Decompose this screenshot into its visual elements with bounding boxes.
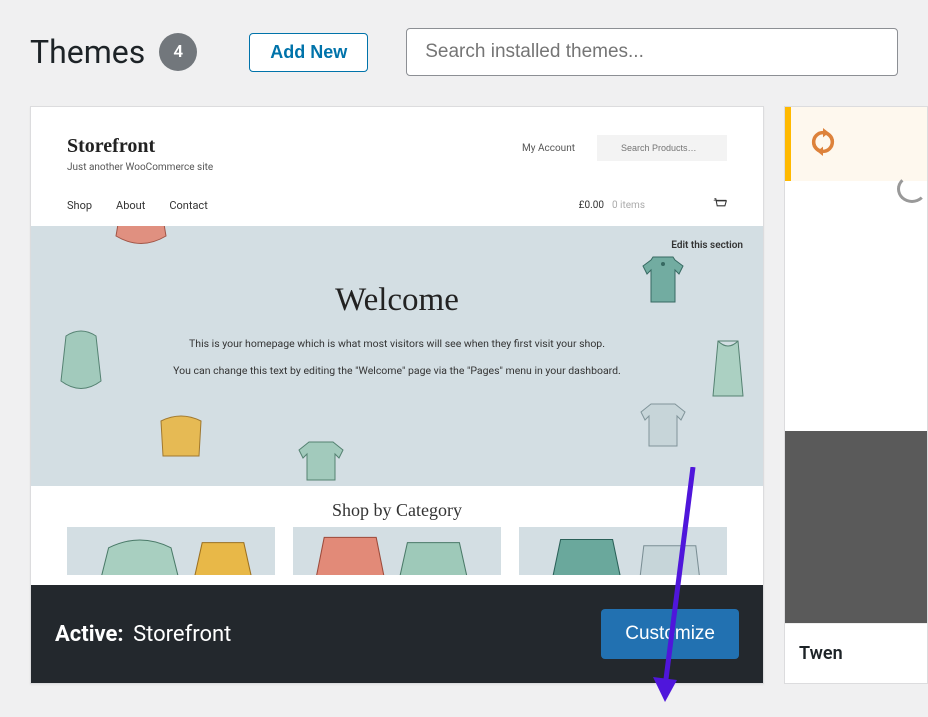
preview-nav-about: About	[116, 199, 145, 212]
preview-nav: Shop About Contact £0.00 0 items	[31, 181, 763, 226]
theme-preview: Storefront Just another WooCommerce site…	[31, 107, 763, 587]
clothing-illustration	[101, 226, 181, 256]
preview-edit-section: Edit this section	[671, 240, 743, 251]
clothing-illustration	[291, 436, 351, 486]
preview-nav-shop: Shop	[67, 199, 92, 212]
active-theme-label: Active: Storefront	[55, 622, 231, 647]
clothing-illustration	[703, 336, 753, 406]
theme-card-storefront[interactable]: Storefront Just another WooCommerce site…	[30, 106, 764, 684]
themes-header: Themes 4 Add New	[0, 0, 928, 94]
clothing-illustration	[633, 252, 693, 312]
preview-category-tile	[293, 527, 501, 575]
themes-grid: Storefront Just another WooCommerce site…	[0, 94, 928, 684]
active-theme-name: Storefront	[133, 622, 231, 647]
theme-card-footer: Active: Storefront Customize	[31, 585, 763, 683]
other-theme-name: Twen	[785, 623, 927, 683]
search-themes-input[interactable]	[406, 28, 898, 76]
preview-header: Storefront Just another WooCommerce site…	[31, 107, 763, 181]
decorative-shape	[897, 175, 927, 203]
theme-update-banner	[785, 107, 927, 181]
clothing-illustration	[151, 406, 211, 466]
preview-hero: Edit this section Welcome This is your h…	[31, 226, 763, 486]
customize-button[interactable]: Customize	[601, 609, 739, 659]
preview-nav-contact: Contact	[169, 199, 207, 212]
preview-site-title: Storefront	[67, 135, 213, 158]
page-title-wrap: Themes 4	[30, 33, 197, 71]
preview-cart-items: 0 items	[612, 200, 645, 211]
preview-cart: £0.00 0 items	[579, 197, 727, 213]
theme-preview-dark	[785, 431, 927, 649]
refresh-icon	[809, 128, 837, 160]
page-title: Themes	[30, 33, 145, 71]
preview-cart-total: £0.00	[579, 200, 604, 211]
preview-shop-category-heading: Shop by Category	[31, 500, 763, 521]
theme-count-badge: 4	[159, 33, 197, 71]
preview-welcome-p1: This is your homepage which is what most…	[31, 337, 763, 350]
preview-product-search	[597, 135, 727, 161]
preview-tagline: Just another WooCommerce site	[67, 162, 213, 173]
active-prefix: Active:	[55, 622, 124, 647]
add-new-button[interactable]: Add New	[249, 33, 368, 72]
basket-icon	[713, 197, 727, 213]
preview-my-account: My Account	[522, 143, 575, 154]
preview-welcome-p2: You can change this text by editing the …	[31, 364, 763, 377]
preview-categories	[31, 527, 763, 575]
theme-card-other[interactable]: Twen	[784, 106, 928, 684]
preview-category-tile	[519, 527, 727, 575]
theme-preview-light	[785, 181, 927, 431]
clothing-illustration	[51, 326, 111, 396]
preview-category-tile	[67, 527, 275, 575]
clothing-illustration	[633, 396, 693, 456]
